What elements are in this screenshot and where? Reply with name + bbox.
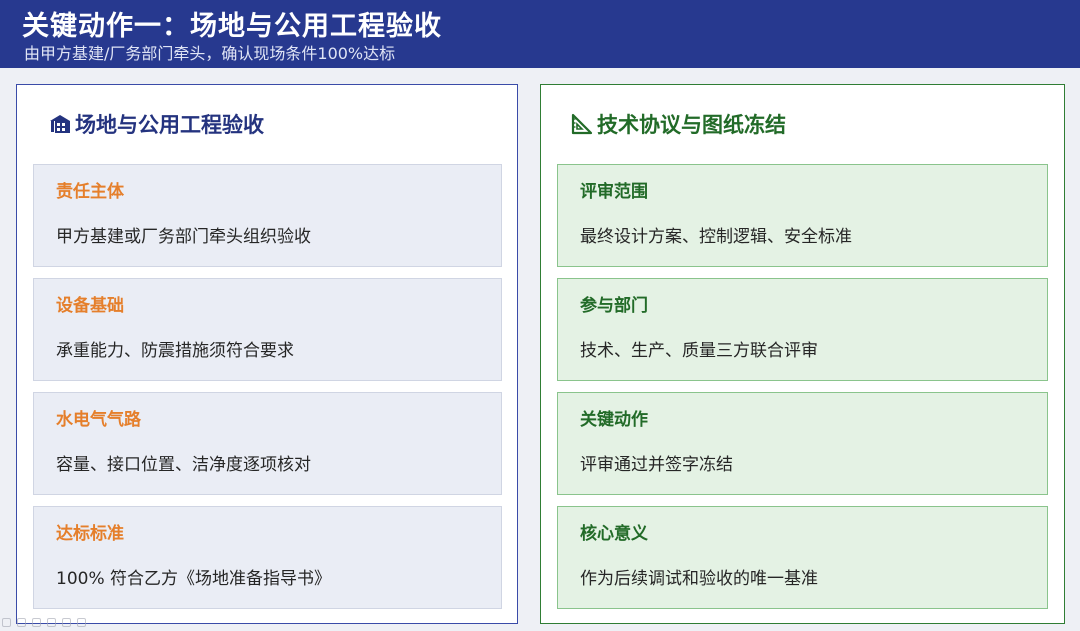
toolbar-button[interactable] <box>62 617 71 627</box>
slide-toolbar <box>2 614 86 630</box>
card-text: 技术、生产、质量三方联合评审 <box>580 341 818 361</box>
card-text: 作为后续调试和验收的唯一基准 <box>580 569 818 589</box>
toolbar-button[interactable] <box>17 617 26 627</box>
toolbar-button[interactable] <box>32 617 41 627</box>
card-label: 水电气气路 <box>56 410 141 430</box>
card-text: 承重能力、防震措施须符合要求 <box>56 341 294 361</box>
tech-agreement-panel: 技术协议与图纸冻结 评审范围 最终设计方案、控制逻辑、安全标准 参与部门 技术、… <box>540 84 1065 624</box>
card-label: 参与部门 <box>580 296 648 316</box>
page-title: 关键动作一：场地与公用工程验收 <box>22 11 442 42</box>
card-text: 容量、接口位置、洁净度逐项核对 <box>56 455 311 475</box>
card-participating-departments: 参与部门 技术、生产、质量三方联合评审 <box>557 278 1048 381</box>
card-label: 评审范围 <box>580 182 648 202</box>
toolbar-button[interactable] <box>47 617 56 627</box>
panel-title: 场地与公用工程验收 <box>75 113 264 137</box>
card-utilities: 水电气气路 容量、接口位置、洁净度逐项核对 <box>33 392 502 495</box>
header-banner: 关键动作一：场地与公用工程验收 由甲方基建/厂务部门牵头，确认现场条件100%达… <box>0 0 1080 68</box>
card-text: 最终设计方案、控制逻辑、安全标准 <box>580 227 852 247</box>
card-label: 关键动作 <box>580 410 648 430</box>
toolbar-button[interactable] <box>77 617 86 627</box>
card-text: 100% 符合乙方《场地准备指导书》 <box>56 569 332 589</box>
site-acceptance-panel: 场地与公用工程验收 责任主体 甲方基建或厂务部门牵头组织验收 设备基础 承重能力… <box>16 84 518 624</box>
panel-title: 技术协议与图纸冻结 <box>597 113 786 137</box>
card-label: 设备基础 <box>56 296 124 316</box>
card-compliance-standard: 达标标准 100% 符合乙方《场地准备指导书》 <box>33 506 502 609</box>
card-text: 评审通过并签字冻结 <box>580 455 733 475</box>
card-responsible-party: 责任主体 甲方基建或厂务部门牵头组织验收 <box>33 164 502 267</box>
page-subtitle: 由甲方基建/厂务部门牵头，确认现场条件100%达标 <box>24 44 396 63</box>
card-core-significance: 核心意义 作为后续调试和验收的唯一基准 <box>557 506 1048 609</box>
panel-header: 场地与公用工程验收 <box>47 109 264 139</box>
toolbar-button[interactable] <box>2 617 11 627</box>
card-equipment-foundation: 设备基础 承重能力、防震措施须符合要求 <box>33 278 502 381</box>
card-key-action: 关键动作 评审通过并签字冻结 <box>557 392 1048 495</box>
card-review-scope: 评审范围 最终设计方案、控制逻辑、安全标准 <box>557 164 1048 267</box>
card-label: 责任主体 <box>56 182 124 202</box>
building-icon <box>47 111 73 137</box>
card-list: 评审范围 最终设计方案、控制逻辑、安全标准 参与部门 技术、生产、质量三方联合评… <box>557 164 1048 620</box>
panel-header: 技术协议与图纸冻结 <box>569 109 786 139</box>
set-square-icon <box>569 111 595 137</box>
card-label: 核心意义 <box>580 524 648 544</box>
card-list: 责任主体 甲方基建或厂务部门牵头组织验收 设备基础 承重能力、防震措施须符合要求… <box>33 164 502 620</box>
card-label: 达标标准 <box>56 524 124 544</box>
card-text: 甲方基建或厂务部门牵头组织验收 <box>56 227 311 247</box>
